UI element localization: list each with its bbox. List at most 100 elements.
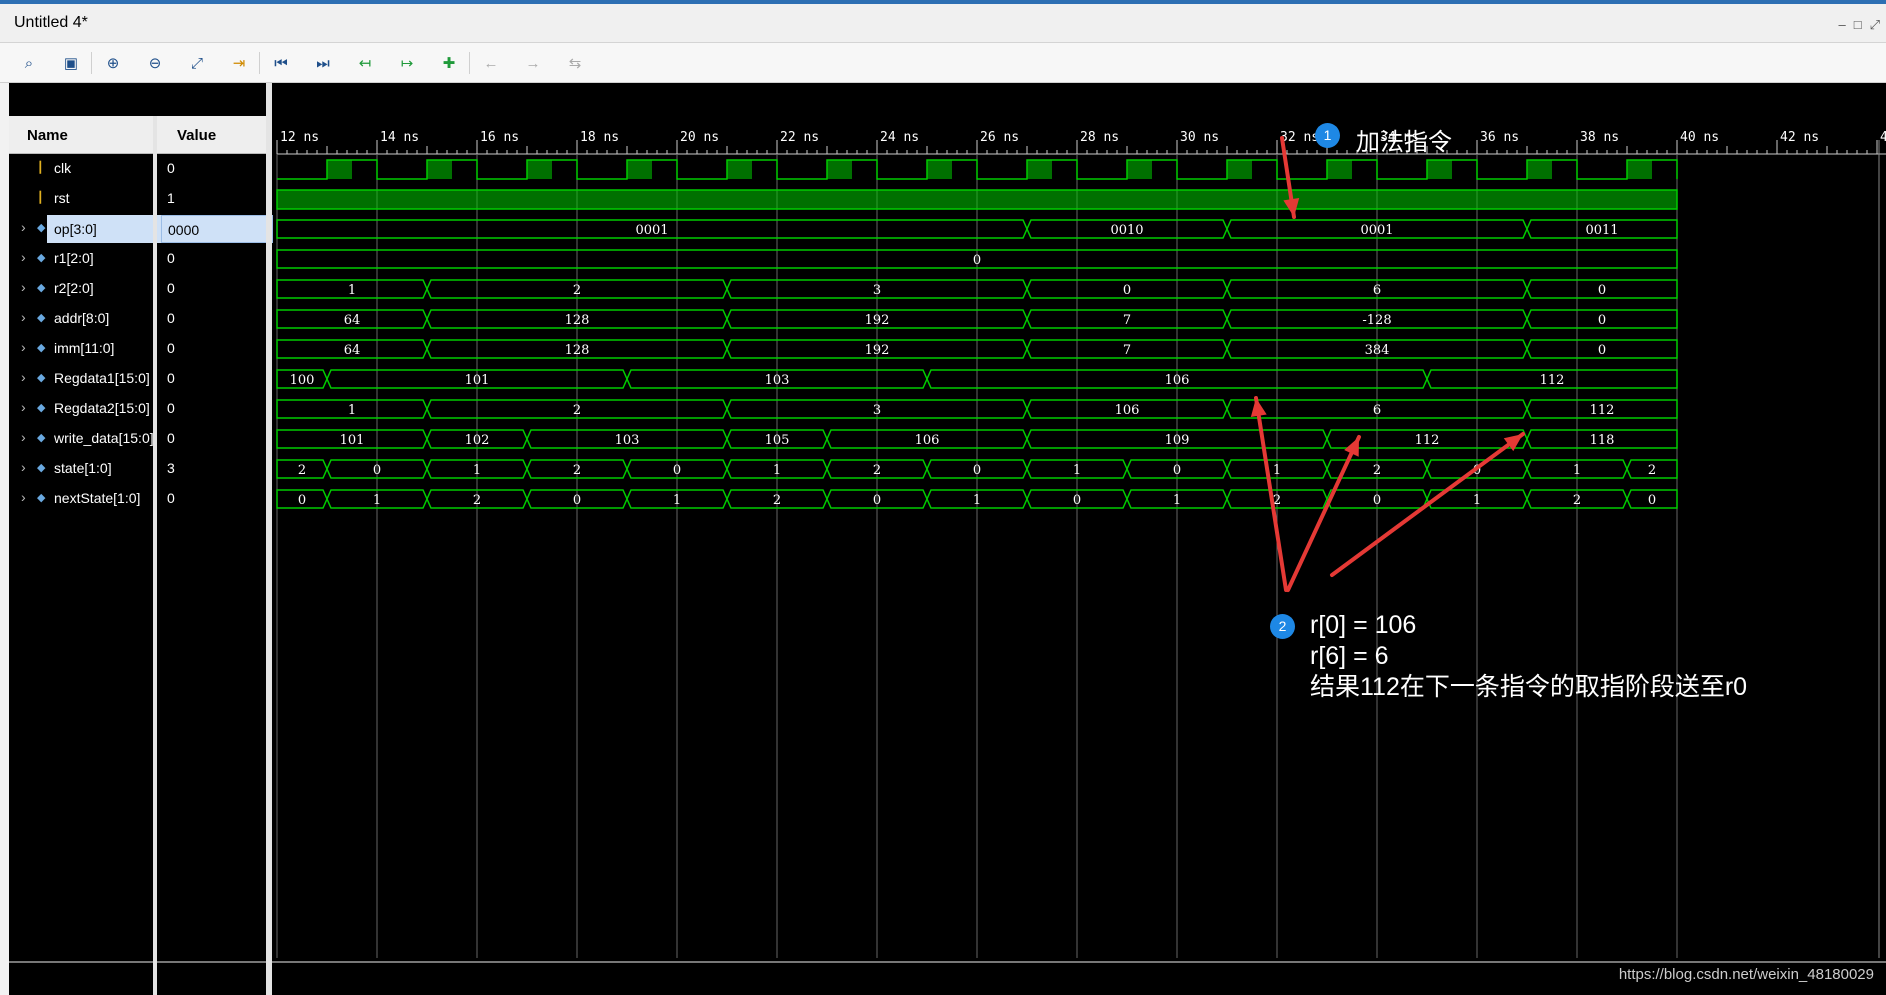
bus-value-label: 2	[1648, 463, 1656, 478]
clk-waveform	[277, 159, 1678, 180]
bus-value-label: 2	[1573, 493, 1581, 508]
bus-value-label: 0	[1598, 313, 1606, 328]
ruler-label: 18 ns	[580, 130, 619, 145]
bus-value-label: 0	[298, 493, 306, 508]
bus-value-label: 0	[1648, 493, 1656, 508]
ruler-label: 26 ns	[980, 130, 1019, 145]
clk-high-fill	[627, 160, 652, 179]
bus-value-label: 101	[340, 433, 365, 448]
bus-value-label: 1	[1473, 493, 1481, 508]
rst-waveform	[276, 189, 1678, 210]
bus-value-label: 102	[465, 433, 490, 448]
bus-value-label: 64	[344, 343, 361, 358]
bus-value-label: 3	[873, 283, 881, 298]
bus-value-label: 7	[1123, 313, 1131, 328]
ruler-label: 40 ns	[1680, 130, 1719, 145]
arrowhead	[1250, 398, 1267, 418]
clk-high-fill	[1127, 160, 1152, 179]
bus-value-label: 0	[1073, 493, 1081, 508]
ruler-label: 24 ns	[880, 130, 919, 145]
bus-value-label: 1	[1173, 493, 1181, 508]
bus-value-label: 3	[873, 403, 881, 418]
bus-value-label: 0	[973, 253, 981, 268]
bus-value-label: 1	[1573, 463, 1581, 478]
bus-value-label: 112	[1590, 403, 1615, 418]
clk-high-fill	[1027, 160, 1052, 179]
ruler-label: 42 ns	[1780, 130, 1819, 145]
annotation-1-text: 加法指令	[1356, 129, 1452, 156]
bus-value-label: 0001	[635, 223, 668, 238]
pane-divider[interactable]	[266, 83, 272, 995]
clk-high-fill	[727, 160, 752, 179]
bus-value-label: 0001	[1360, 223, 1393, 238]
bus-value-label: 2	[573, 463, 581, 478]
annotation-2-text: r[0] = 106 r[6] = 6 结果112在下一条指令的取指阶段送至r0	[1310, 610, 1747, 703]
ruler-label: 16 ns	[480, 130, 519, 145]
clk-high-fill	[827, 160, 852, 179]
bus-value-label: 7	[1123, 343, 1131, 358]
annotation-2-line-3: 结果112在下一条指令的取指阶段送至r0	[1310, 673, 1748, 701]
bus-value-label: 2	[1373, 463, 1381, 478]
ruler-label: 14 ns	[380, 130, 419, 145]
bus-value-label: 1	[473, 463, 481, 478]
clk-high-fill	[1327, 160, 1352, 179]
bus-value-label: 128	[565, 313, 590, 328]
bus-value-label: 109	[1165, 433, 1190, 448]
clk-high-fill	[1527, 160, 1552, 179]
bus-value-label: 0	[1173, 463, 1181, 478]
clk-high-fill	[927, 160, 952, 179]
bus-value-label: 0	[873, 493, 881, 508]
bus-value-label: 1	[673, 493, 681, 508]
bus-value-label: 106	[1115, 403, 1140, 418]
bus-value-label: 192	[865, 313, 890, 328]
clk-high-fill	[1227, 160, 1252, 179]
ruler-label: 36 ns	[1480, 130, 1519, 145]
column-divider[interactable]	[153, 116, 157, 995]
bottom-divider	[9, 961, 1886, 963]
bus-value-label: 103	[615, 433, 640, 448]
bus-value-label: 6	[1373, 403, 1381, 418]
annotation-badge-2: 2	[1270, 614, 1295, 639]
bus-value-label: 64	[344, 313, 361, 328]
bus-value-label: 384	[1365, 343, 1390, 358]
clk-high-fill	[1427, 160, 1452, 179]
clk-high-fill	[427, 160, 452, 179]
bus-value-label: 0	[973, 463, 981, 478]
bus-value-label: 112	[1540, 373, 1565, 388]
clk-high-fill	[1627, 160, 1652, 179]
ruler-label: 22 ns	[780, 130, 819, 145]
ruler-label: 20 ns	[680, 130, 719, 145]
bus-value-label: 2	[773, 493, 781, 508]
bus-value-label: 0010	[1110, 223, 1143, 238]
clk-high-fill	[327, 160, 352, 179]
bus-value-label: 106	[1165, 373, 1190, 388]
watermark: https://blog.csdn.net/weixin_48180029	[1618, 966, 1874, 983]
ruler-label: 4	[1880, 130, 1886, 145]
bus-value-label: 128	[565, 343, 590, 358]
bus-value-label: 0	[1373, 493, 1381, 508]
bus-value-label: 0	[1123, 283, 1131, 298]
bus-value-label: 1	[773, 463, 781, 478]
annotation-arrow	[1254, 396, 1288, 592]
bus-value-label: 0	[573, 493, 581, 508]
bus-value-label: 100	[290, 373, 315, 388]
bus-value-label: 118	[1590, 433, 1615, 448]
bus-value-label: 6	[1373, 283, 1381, 298]
bus-value-label: -128	[1362, 313, 1391, 328]
bus-value-label: 2	[573, 403, 581, 418]
bus-value-label: 105	[765, 433, 790, 448]
waveform-canvas[interactable]: 12 ns 14 ns 16 ns 18 ns 20 ns 22 ns 24 ns 26 ns…	[0, 0, 1886, 995]
bus-value-label: 112	[1415, 433, 1440, 448]
ruler-label: 32 ns	[1280, 130, 1319, 145]
bus-value-label: 2	[298, 463, 306, 478]
ruler-label: 38 ns	[1580, 130, 1619, 145]
bus-value-label: 0	[373, 463, 381, 478]
ruler-label: 28 ns	[1080, 130, 1119, 145]
annotation-2-line-1: r[0] = 106	[1310, 611, 1417, 639]
bus-value-label: 101	[465, 373, 490, 388]
annotation-badge-1: 1	[1315, 123, 1340, 148]
ruler-label: 30 ns	[1180, 130, 1219, 145]
bus-value-label: 1	[1273, 463, 1281, 478]
clk-high-fill	[527, 160, 552, 179]
bus-value-label: 0011	[1585, 223, 1618, 238]
